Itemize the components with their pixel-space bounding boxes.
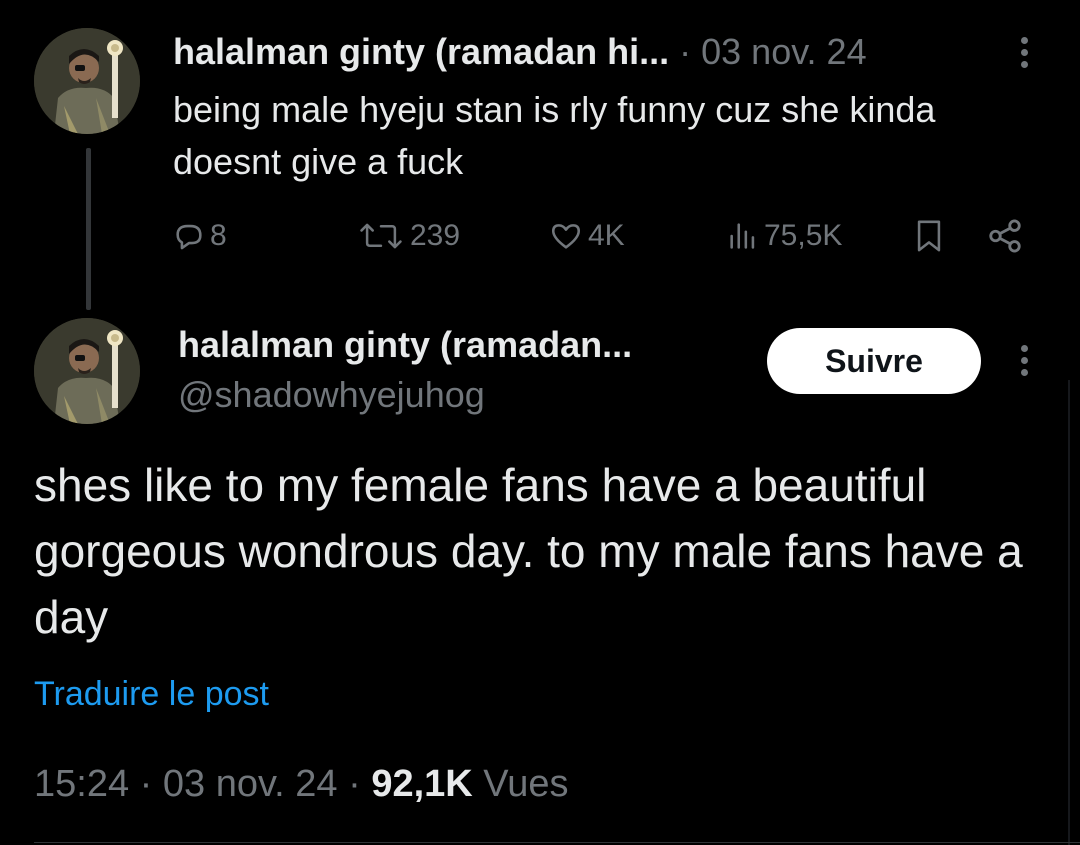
tweet1-text: being male hyeju stan is rly funny cuz s… bbox=[173, 89, 936, 182]
tweet1-separator: · bbox=[679, 31, 692, 72]
heart-icon bbox=[551, 224, 581, 249]
avatar-image bbox=[34, 28, 140, 134]
translate-link[interactable]: Traduire le post bbox=[34, 672, 269, 716]
scrollbar-track[interactable] bbox=[1068, 380, 1070, 845]
bookmark-button[interactable] bbox=[912, 212, 946, 260]
tweet2-text: shes like to my female fans have a beaut… bbox=[34, 459, 1023, 643]
retweet-icon bbox=[360, 223, 402, 249]
share-button[interactable] bbox=[986, 212, 1024, 260]
more-dots-icon[interactable] bbox=[1014, 30, 1034, 74]
tweet1-display-name[interactable]: halalman ginty (ramadan hi... bbox=[173, 31, 669, 72]
tweet2-date[interactable]: 03 nov. 24 bbox=[163, 763, 338, 805]
tweet2-display-name[interactable]: halalman ginty (ramadan... bbox=[178, 322, 632, 368]
meta-separator: · bbox=[139, 763, 153, 805]
tweet2-meta: 15:24 · 03 nov. 24 · 92,1K Vues bbox=[34, 760, 568, 808]
more-dots-icon[interactable] bbox=[1014, 338, 1034, 382]
like-button[interactable]: 4K bbox=[548, 212, 625, 260]
like-count: 4K bbox=[588, 219, 625, 252]
tweet1-header: halalman ginty (ramadan hi... · 03 nov. … bbox=[173, 30, 867, 74]
tweet2-views-label: Vues bbox=[483, 763, 569, 805]
reply-button[interactable]: 8 bbox=[172, 212, 227, 260]
thread-view: halalman ginty (ramadan hi... · 03 nov. … bbox=[0, 0, 1080, 845]
meta-separator: · bbox=[348, 763, 361, 805]
views-button[interactable]: 75,5K bbox=[726, 212, 842, 260]
tweet1-actions: 8 239 4K 75,5K bbox=[0, 212, 1080, 260]
views-icon bbox=[730, 223, 755, 249]
avatar-image bbox=[34, 318, 140, 424]
tweet2-time[interactable]: 15:24 bbox=[34, 763, 129, 805]
reply-count: 8 bbox=[210, 219, 227, 252]
tweet2-views-count: 92,1K bbox=[371, 763, 473, 805]
follow-button[interactable]: Suivre bbox=[767, 328, 981, 394]
views-count: 75,5K bbox=[764, 219, 843, 252]
bookmark-icon bbox=[917, 220, 941, 252]
retweet-button[interactable]: 239 bbox=[356, 212, 460, 260]
divider bbox=[34, 842, 1080, 843]
avatar[interactable] bbox=[34, 318, 140, 424]
tweet2-handle[interactable]: @shadowhyejuhog bbox=[178, 372, 485, 418]
retweet-count: 239 bbox=[410, 219, 461, 252]
share-icon bbox=[989, 219, 1021, 253]
tweet1-date[interactable]: 03 nov. 24 bbox=[701, 31, 866, 72]
avatar[interactable] bbox=[34, 28, 140, 134]
reply-icon bbox=[176, 224, 202, 250]
